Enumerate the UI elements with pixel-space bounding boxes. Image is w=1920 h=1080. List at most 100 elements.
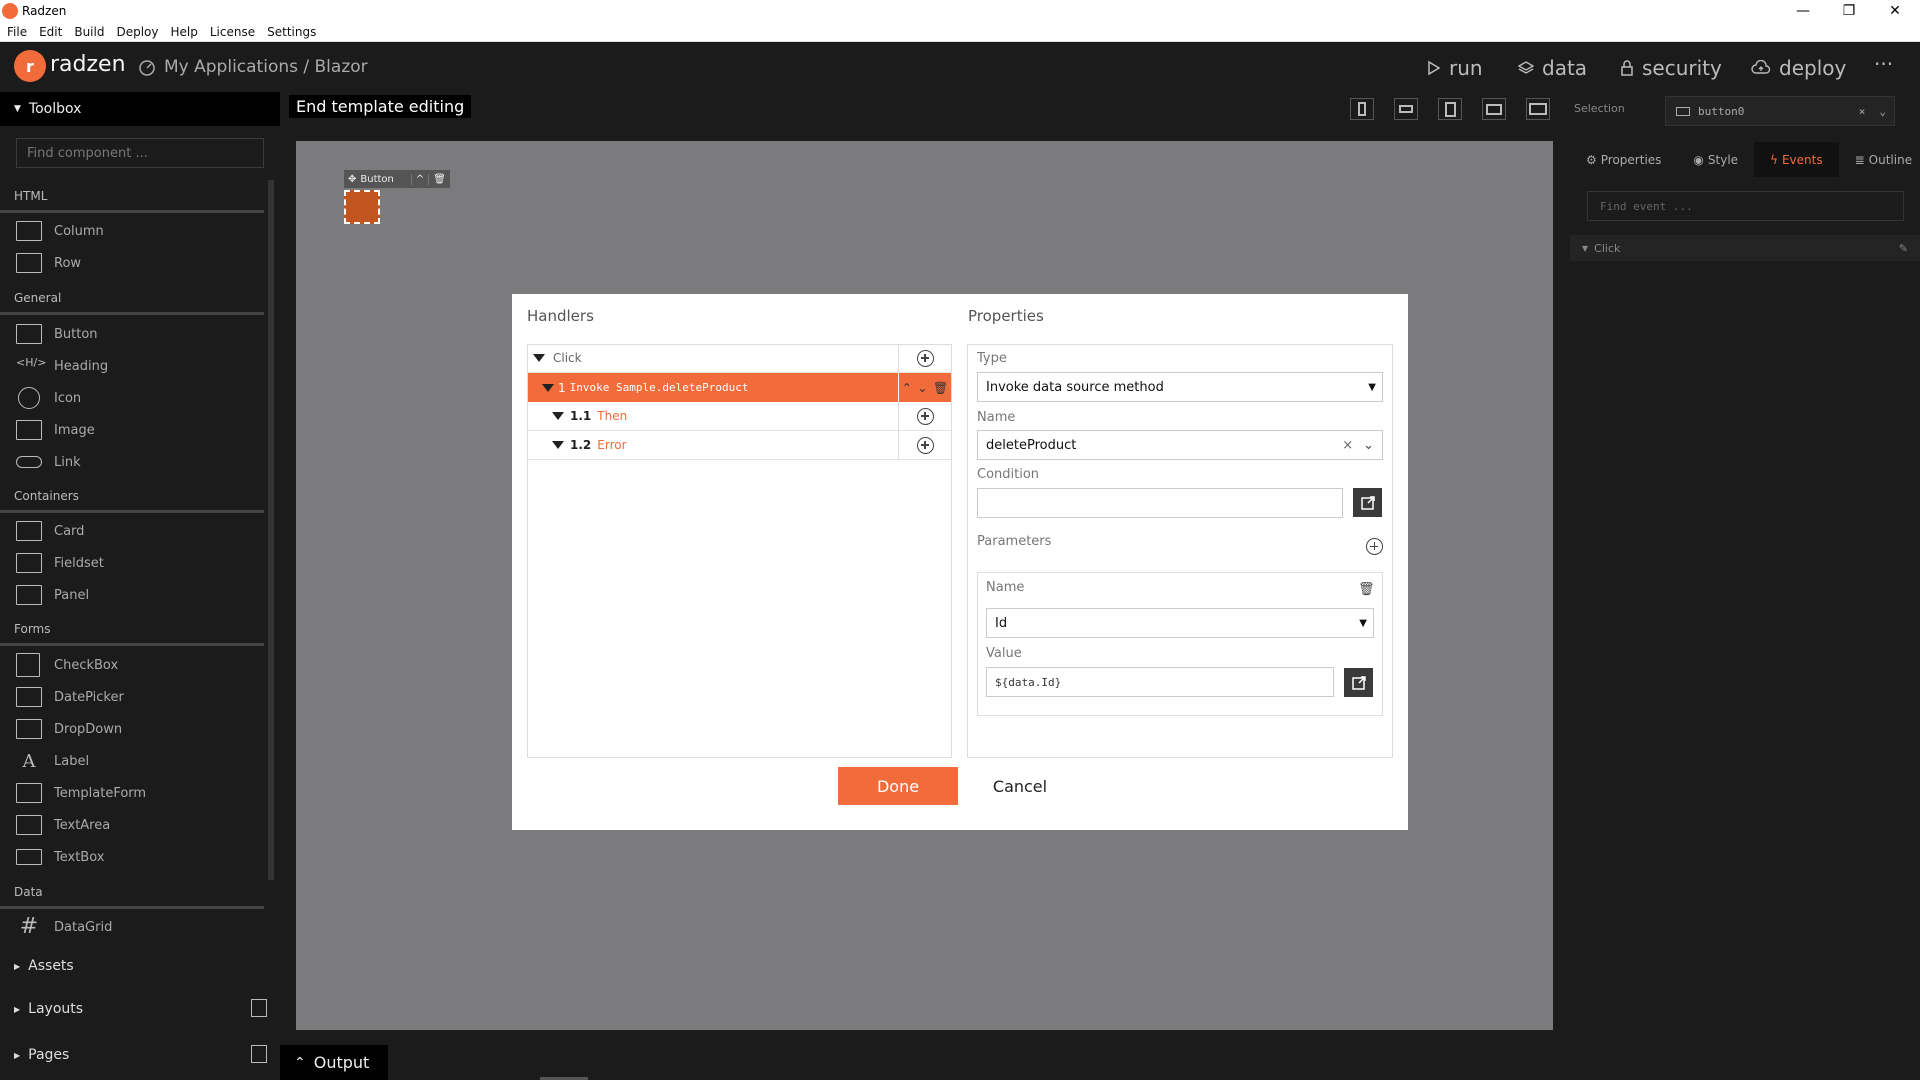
handler-row-click[interactable]: Click xyxy=(528,343,951,373)
device-tablet-landscape-button[interactable] xyxy=(1482,98,1506,120)
restore-button[interactable]: ❐ xyxy=(1826,0,1872,22)
param-value-editor-button[interactable] xyxy=(1344,668,1373,697)
menu-help[interactable]: Help xyxy=(171,25,198,39)
clear-icon[interactable]: × xyxy=(1859,105,1866,118)
toolbox-item-row[interactable]: Row xyxy=(16,249,81,277)
condition-input[interactable] xyxy=(977,488,1343,518)
radzen-logo[interactable]: r xyxy=(14,50,46,82)
tablet-landscape-icon xyxy=(1486,103,1502,115)
find-component-input[interactable]: Find component ... xyxy=(16,138,264,168)
param-value-input[interactable]: ${data.Id} xyxy=(986,667,1334,697)
section-pages[interactable]: ▶ Pages xyxy=(14,1047,69,1063)
tab-properties[interactable]: ⚙ Properties xyxy=(1570,142,1677,177)
toolbox-item-heading[interactable]: <H/> Heading xyxy=(16,352,108,380)
toolbox-header[interactable]: ▼ Toolbox xyxy=(0,92,280,126)
menu-file[interactable]: File xyxy=(7,25,27,39)
toolbox-item-textbox[interactable]: TextBox xyxy=(16,843,104,871)
menu-license[interactable]: License xyxy=(210,25,255,39)
add-layout-icon[interactable] xyxy=(251,999,267,1017)
toolbox-item-card[interactable]: Card xyxy=(16,517,84,545)
info-icon xyxy=(18,387,40,409)
menu-build[interactable]: Build xyxy=(74,25,104,39)
end-template-editing-button[interactable]: End template editing xyxy=(289,95,472,118)
chevron-down-icon[interactable]: ⌄ xyxy=(1363,438,1374,453)
device-desktop-button[interactable] xyxy=(1526,98,1550,120)
label-icon: A xyxy=(22,751,36,772)
find-event-input[interactable]: Find event ... xyxy=(1587,191,1904,221)
delete-icon[interactable]: 🗑 xyxy=(933,381,948,395)
toolbox-item-icon[interactable]: Icon xyxy=(16,384,81,412)
device-phone-landscape-button[interactable] xyxy=(1394,98,1418,120)
add-action-button[interactable] xyxy=(898,343,951,373)
tab-events[interactable]: ϟ Events xyxy=(1754,142,1839,177)
add-action-button[interactable] xyxy=(898,401,951,431)
device-phone-portrait-button[interactable] xyxy=(1350,98,1374,120)
handler-row-invoke[interactable]: 1 Invoke Sample.deleteProduct ⌃ ⌄ 🗑 xyxy=(528,373,951,402)
run-button[interactable]: run xyxy=(1427,56,1483,80)
section-layouts[interactable]: ▶ Layouts xyxy=(14,1001,83,1017)
toolbox-item-label[interactable]: A Label xyxy=(16,747,90,775)
breadcrumb-text[interactable]: My Applications / Blazor xyxy=(164,57,368,77)
cancel-button[interactable]: Cancel xyxy=(980,767,1060,805)
toolbox-item-fieldset[interactable]: Fieldset xyxy=(16,549,104,577)
delete-parameter-icon[interactable]: 🗑 xyxy=(1358,582,1375,597)
breadcrumb[interactable]: My Applications / Blazor xyxy=(138,57,368,77)
toolbox-item-column[interactable]: Column xyxy=(16,217,104,245)
toolbox-scrollbar[interactable] xyxy=(268,180,274,880)
bolt-icon: ϟ xyxy=(1770,152,1778,167)
name-dropdown[interactable]: deleteProduct × ⌄ xyxy=(977,430,1383,460)
more-button[interactable]: ··· xyxy=(1874,52,1893,76)
tab-style[interactable]: ◉ Style xyxy=(1677,142,1754,177)
chevron-down-icon[interactable]: ⌄ xyxy=(1879,105,1886,118)
edit-event-icon[interactable]: ✎ xyxy=(1899,242,1908,255)
app-icon xyxy=(2,3,18,19)
menu-deploy[interactable]: Deploy xyxy=(116,25,158,39)
condition-editor-button[interactable] xyxy=(1353,488,1382,517)
toolbox-item-link[interactable]: Link xyxy=(16,448,81,476)
delete-component-icon[interactable]: 🗑 xyxy=(428,173,450,185)
component-toolbar: ✥ Button ^ 🗑 xyxy=(344,170,450,188)
deploy-button[interactable]: deploy xyxy=(1751,56,1846,80)
move-icon[interactable]: ✥ xyxy=(348,174,356,185)
move-down-icon[interactable]: ⌄ xyxy=(917,381,927,395)
add-action-button[interactable] xyxy=(898,430,951,460)
toolbox-item-datepicker[interactable]: DatePicker xyxy=(16,683,124,711)
security-button[interactable]: security xyxy=(1620,56,1722,80)
toolbox-item-dropdown[interactable]: DropDown xyxy=(16,715,122,743)
handler-row-error[interactable]: 1.2 Error xyxy=(528,430,951,460)
menu-settings[interactable]: Settings xyxy=(267,25,316,39)
move-up-icon[interactable]: ⌃ xyxy=(902,381,912,395)
done-button[interactable]: Done xyxy=(838,767,958,805)
section-assets[interactable]: ▶ Assets xyxy=(14,958,74,974)
clear-icon[interactable]: × xyxy=(1342,438,1353,453)
toolbox-item-image[interactable]: Image xyxy=(16,416,95,444)
caret-down-icon xyxy=(552,441,564,449)
run-label: run xyxy=(1449,56,1483,80)
close-button[interactable]: ✕ xyxy=(1872,0,1918,22)
toolbox-item-button[interactable]: Button xyxy=(16,320,98,348)
add-page-icon[interactable] xyxy=(251,1045,267,1063)
toolbox-item-checkbox[interactable]: CheckBox xyxy=(16,651,118,679)
selected-button-component[interactable] xyxy=(344,190,380,224)
toolbox-item-templateform[interactable]: TemplateForm xyxy=(16,779,146,807)
minimize-button[interactable]: — xyxy=(1780,0,1826,22)
menu-edit[interactable]: Edit xyxy=(39,25,62,39)
toolbox-item-textarea[interactable]: TextArea xyxy=(16,811,110,839)
selection-dropdown[interactable]: button0 × ⌄ xyxy=(1665,96,1895,126)
type-select[interactable]: Invoke data source method ▼ xyxy=(977,372,1383,402)
tab-outline[interactable]: ≣ Outline xyxy=(1839,142,1920,177)
device-tablet-portrait-button[interactable] xyxy=(1438,98,1462,120)
handler-row-then[interactable]: 1.1 Then xyxy=(528,401,951,431)
toolbox-item-panel[interactable]: Panel xyxy=(16,581,89,609)
select-parent-icon[interactable]: ^ xyxy=(410,173,428,185)
param-name-select[interactable]: Id ▼ xyxy=(986,608,1374,638)
output-toggle[interactable]: ⌃ Output xyxy=(280,1045,388,1080)
toolbox-item-datagrid[interactable]: # DataGrid xyxy=(16,913,113,941)
add-parameter-button[interactable] xyxy=(1366,538,1383,555)
data-button[interactable]: data xyxy=(1518,56,1587,80)
chevron-up-icon: ⌃ xyxy=(294,1054,306,1071)
event-click-row[interactable]: ▼ Click ✎ xyxy=(1570,235,1920,261)
item-label: TextBox xyxy=(54,849,105,865)
item-label: DropDown xyxy=(54,721,123,737)
window-title: Radzen xyxy=(22,4,67,18)
